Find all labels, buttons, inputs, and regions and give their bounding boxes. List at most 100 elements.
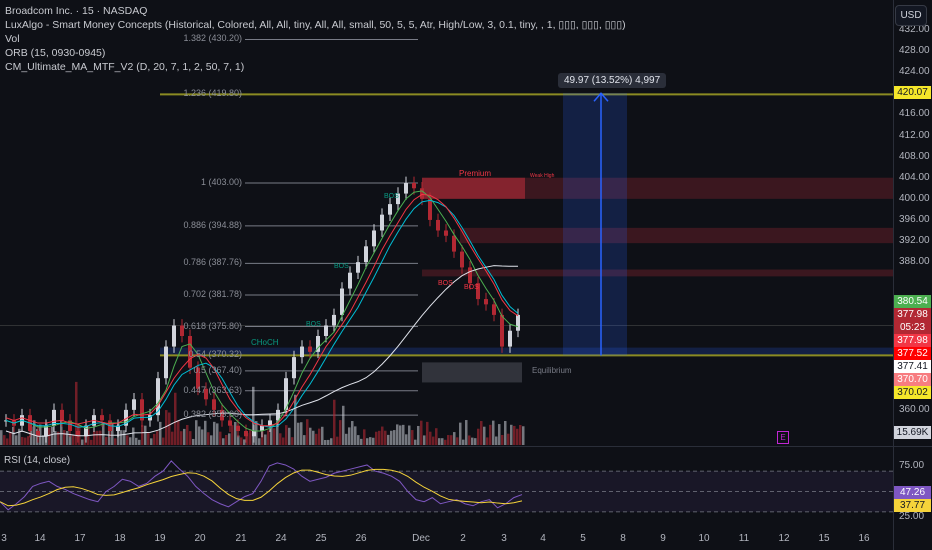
volume-bar: [486, 437, 489, 445]
volume-bar: [333, 399, 336, 445]
volume-bar: [189, 431, 192, 445]
volume-bar: [195, 420, 198, 445]
price-tag-value: 15.69K: [896, 427, 929, 439]
date-axis-tick: 26: [355, 533, 367, 544]
volume-bar: [99, 430, 102, 445]
volume-bar: [450, 435, 453, 445]
date-axis-tick: 15: [818, 533, 830, 544]
volume-bar: [495, 436, 498, 445]
current-price-dotted: [0, 325, 893, 326]
symbol-title[interactable]: Broadcom Inc. · 15 · NASDAQ: [5, 4, 626, 18]
volume-bar: [225, 434, 228, 445]
volume-bar: [135, 437, 138, 445]
countdown: 05:23: [899, 322, 926, 333]
volume-bar: [72, 434, 75, 445]
volume-bar: [411, 430, 414, 445]
bos-label: BOS: [334, 263, 349, 270]
date-axis-tick: 24: [275, 533, 287, 544]
date-axis-tick: 3: [1, 533, 7, 544]
date-axis-tick: 19: [154, 533, 166, 544]
volume-bar: [312, 430, 315, 445]
event-marker[interactable]: E: [777, 431, 789, 444]
date-axis-tick: 4: [540, 533, 546, 544]
price-axis-tick: 412.00: [899, 129, 930, 141]
date-axis-tick: 12: [778, 533, 790, 544]
candle: [332, 314, 336, 326]
candle: [484, 299, 488, 305]
volume-bar: [234, 421, 237, 445]
volume-bar: [171, 431, 174, 445]
candle: [60, 409, 64, 421]
volume-bar: [354, 426, 357, 445]
volume-bar: [93, 431, 96, 445]
volume-bar: [510, 424, 513, 445]
volume-bar: [459, 422, 462, 445]
volume-bar: [0, 430, 3, 445]
fib-label: 0.382 (359.00): [183, 409, 242, 420]
volume-bar: [381, 426, 384, 445]
volume-bar: [15, 435, 18, 445]
volume-bar: [498, 424, 501, 445]
volume-bar: [147, 432, 150, 445]
volume-bar: [351, 421, 354, 445]
volume-bar: [258, 438, 261, 445]
volume-bar: [129, 437, 132, 445]
volume-bar: [306, 419, 309, 445]
volume-bar: [54, 430, 57, 445]
volume-bar: [132, 427, 135, 445]
volume-bar: [378, 430, 381, 445]
volume-bar: [303, 435, 306, 445]
volume-bar: [396, 424, 399, 445]
volume-bar: [321, 426, 324, 445]
volume-bar: [51, 426, 54, 445]
premium-label: Premium: [459, 169, 492, 178]
volume-bar: [66, 430, 69, 445]
candle: [324, 325, 328, 337]
candle: [228, 420, 232, 426]
bos-label: BOS: [384, 193, 399, 200]
candle: [300, 346, 304, 358]
volume-bar: [480, 421, 483, 445]
volume-bar: [192, 438, 195, 445]
volume-bar: [507, 433, 510, 445]
volume-bar: [465, 420, 468, 445]
volume-bar: [408, 425, 411, 445]
volume-bar: [198, 426, 201, 445]
volume-bar: [402, 424, 405, 445]
volume-bar: [426, 421, 429, 445]
volume-bar: [216, 423, 219, 445]
volume-bar: [384, 430, 387, 445]
volume-bar: [438, 438, 441, 445]
price-tag-value: 370.02: [897, 387, 928, 398]
volume-bar: [360, 438, 363, 445]
date-axis-tick: 3: [501, 533, 507, 544]
candle: [308, 346, 312, 352]
candle: [452, 235, 456, 252]
candle: [428, 198, 432, 220]
volume-bar: [183, 428, 186, 445]
volume-bar: [363, 429, 366, 445]
volume-bar: [207, 432, 210, 445]
volume-bar: [141, 425, 144, 445]
rsi-title[interactable]: RSI (14, close): [4, 455, 70, 466]
volume-bar: [24, 437, 27, 445]
volume-bar: [429, 431, 432, 445]
volume-bar: [483, 426, 486, 445]
volume-bar: [366, 438, 369, 445]
candle: [236, 425, 240, 431]
indicator-vol[interactable]: Vol: [5, 32, 626, 46]
currency-button[interactable]: USD: [895, 5, 927, 26]
volume-bar: [435, 428, 438, 445]
volume-bar: [516, 428, 519, 445]
indicator-smc[interactable]: LuxAlgo - Smart Money Concepts (Historic…: [5, 18, 626, 32]
candle: [436, 219, 440, 231]
indicator-orb[interactable]: ORB (15, 0930-0945): [5, 46, 626, 60]
volume-bar: [513, 425, 516, 445]
candle: [388, 204, 392, 215]
indicator-ma[interactable]: CM_Ultimate_MA_MTF_V2 (D, 20, 7, 1, 2, 5…: [5, 60, 626, 74]
price-tag: 377.52: [894, 347, 931, 360]
volume-bar: [309, 427, 312, 445]
chart-canvas[interactable]: [0, 0, 932, 550]
volume-bar: [336, 436, 339, 445]
volume-bar: [186, 424, 189, 445]
